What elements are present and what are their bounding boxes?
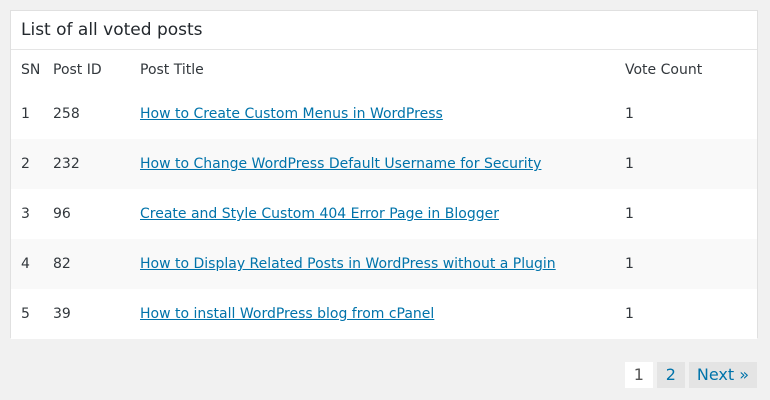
row-vote-count: 1 (625, 106, 634, 122)
row-vote-count: 1 (625, 306, 634, 322)
table-row: 4 82 How to Display Related Posts in Wor… (11, 239, 757, 289)
panel-title: List of all voted posts (21, 20, 203, 40)
table-row: 2 232 How to Change WordPress Default Us… (11, 139, 757, 189)
row-sn: 1 (21, 106, 30, 122)
row-post-title-cell: How to Create Custom Menus in WordPress (140, 89, 625, 139)
next-page-button[interactable]: Next » (688, 362, 757, 388)
row-sn: 4 (21, 256, 30, 272)
row-post-title-cell: Create and Style Custom 404 Error Page i… (140, 189, 625, 239)
row-vote-count: 1 (625, 206, 634, 222)
row-post-id: 232 (53, 156, 80, 172)
page-current-1: 1 (624, 362, 653, 388)
voted-posts-panel: List of all voted posts SN Post ID Post … (10, 10, 758, 339)
panel-header: List of all voted posts (11, 11, 757, 50)
table-row: 3 96 Create and Style Custom 404 Error P… (11, 189, 757, 239)
post-title-link[interactable]: How to Display Related Posts in WordPres… (140, 256, 556, 272)
row-post-id: 258 (53, 106, 80, 122)
column-header-vote-count: Vote Count (625, 61, 703, 78)
voted-posts-table: SN Post ID Post Title Vote Count 1 258 H… (11, 50, 757, 339)
row-post-title-cell: How to Display Related Posts in WordPres… (140, 239, 625, 289)
row-post-id: 96 (53, 206, 71, 222)
row-sn: 5 (21, 306, 30, 322)
row-post-title-cell: How to Change WordPress Default Username… (140, 139, 625, 189)
column-header-post-id: Post ID (53, 61, 102, 78)
table-header-row: SN Post ID Post Title Vote Count (11, 50, 757, 89)
post-title-link[interactable]: How to install WordPress blog from cPane… (140, 306, 434, 322)
row-vote-count: 1 (625, 256, 634, 272)
row-post-id: 82 (53, 256, 71, 272)
row-post-id: 39 (53, 306, 71, 322)
row-vote-count: 1 (625, 156, 634, 172)
table-row: 5 39 How to install WordPress blog from … (11, 289, 757, 339)
row-sn: 2 (21, 156, 30, 172)
row-post-title-cell: How to install WordPress blog from cPane… (140, 289, 625, 339)
table-row: 1 258 How to Create Custom Menus in Word… (11, 89, 757, 139)
page-link-2[interactable]: 2 (656, 362, 685, 388)
post-title-link[interactable]: Create and Style Custom 404 Error Page i… (140, 206, 499, 222)
pagination: 1 2 Next » (624, 362, 757, 388)
post-title-link[interactable]: How to Create Custom Menus in WordPress (140, 106, 443, 122)
column-header-sn: SN (21, 61, 41, 78)
column-header-post-title: Post Title (140, 61, 204, 78)
post-title-link[interactable]: How to Change WordPress Default Username… (140, 156, 541, 172)
row-sn: 3 (21, 206, 30, 222)
